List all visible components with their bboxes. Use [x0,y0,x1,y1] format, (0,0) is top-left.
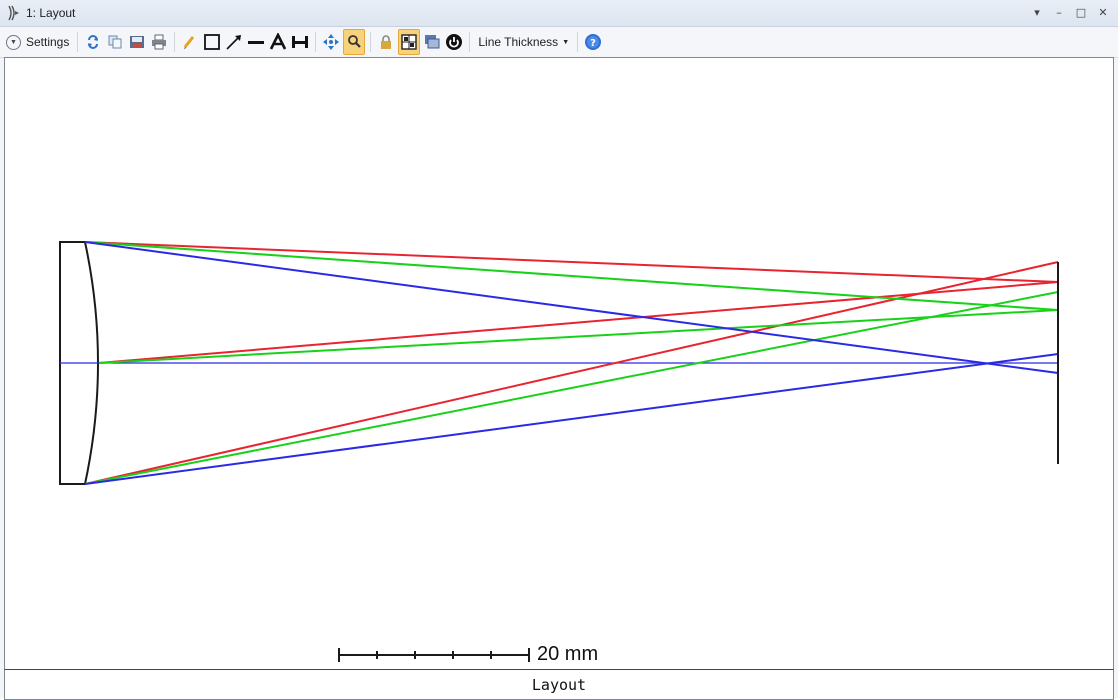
copy-icon[interactable] [105,30,125,54]
layout-window: 1: Layout ▾ – □ ✕ ▼ Settings Line Thickn… [0,0,1118,700]
toolbar: ▼ Settings Line Thickness ▼ ? [0,27,1118,58]
maximize-icon[interactable]: □ [1074,4,1088,20]
line-icon[interactable] [246,30,266,54]
scale-bar-label: 20 mm [537,643,599,665]
settings-button[interactable]: ▼ Settings [0,34,73,50]
power-icon[interactable] [444,30,464,54]
refresh-icon[interactable] [83,30,103,54]
toolbar-separator [469,32,471,52]
grid-icon[interactable] [398,29,421,55]
window-icon[interactable] [422,30,442,54]
scale-bar [338,648,530,662]
toolbar-separator [577,32,579,52]
chevron-down-icon: ▼ [6,34,21,50]
text-icon[interactable] [268,30,288,54]
zoom-icon[interactable] [343,29,366,55]
rectangle-icon[interactable] [202,30,222,54]
minimize-icon[interactable]: – [1052,4,1066,20]
window-title: 1: Layout [26,6,76,20]
lens-icon [6,5,20,21]
toolbar-separator [315,32,317,52]
help-icon[interactable]: ? [583,30,603,54]
toolbar-separator [77,32,79,52]
print-icon[interactable] [149,30,169,54]
pan-icon[interactable] [321,30,341,54]
dropdown-arrow-icon[interactable]: ▾ [1030,4,1044,20]
toolbar-separator [370,32,372,52]
plot-footer: Layout [4,669,1114,700]
layout-canvas[interactable]: 20 mm [4,57,1114,671]
close-icon[interactable]: ✕ [1096,4,1110,20]
dimension-icon[interactable] [290,30,310,54]
footer-label: Layout [531,675,587,694]
layout-plot [59,241,1059,662]
save-icon[interactable] [127,30,147,54]
toolbar-separator [174,32,176,52]
lock-icon[interactable] [376,30,396,54]
title-bar: 1: Layout ▾ – □ ✕ [0,0,1118,27]
settings-label: Settings [26,35,70,49]
arrow-icon[interactable] [224,30,244,54]
pencil-icon[interactable] [180,30,200,54]
svg-text:?: ? [590,38,596,49]
line-thickness-dropdown[interactable]: Line Thickness ▼ [474,35,573,49]
caret-down-icon: ▼ [562,38,570,46]
line-thickness-label: Line Thickness [478,35,559,49]
